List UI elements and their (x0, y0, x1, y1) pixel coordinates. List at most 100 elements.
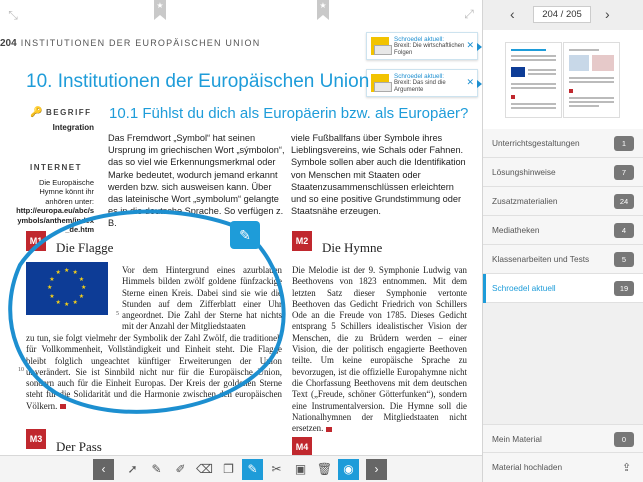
flag-star-icon: ★ (47, 285, 53, 291)
eu-flag-image: ★ ★ ★ ★ ★ ★ ★ ★ ★ ★ ★ ★ (26, 262, 108, 315)
bookmark-icon[interactable]: ★ (154, 0, 166, 20)
expand-icon[interactable]: ⤢ (461, 8, 477, 20)
count-badge: 1 (614, 136, 634, 151)
pointer-icon[interactable]: ➚ (122, 459, 143, 480)
flag-star-icon: ★ (49, 276, 55, 283)
count-badge: 7 (614, 165, 634, 180)
sidebar: ‹ 204 / 205 › Unterrichtsgestaltungen 1 … (482, 0, 643, 482)
flag-star-icon: ★ (72, 299, 78, 306)
close-icon[interactable]: ✕ (466, 40, 474, 51)
pages-icon[interactable]: ▣ (290, 459, 311, 480)
upload-icon: ⇪ (622, 462, 632, 474)
count-badge: 24 (614, 194, 634, 209)
document-topbar: ⤡ ★ ★ ⤢ (0, 0, 482, 30)
count-badge: 5 (614, 252, 634, 267)
flag-star-icon: ★ (78, 293, 85, 300)
page-thumbnail[interactable] (563, 42, 620, 118)
copy-icon[interactable]: ❐ (218, 459, 239, 480)
flag-star-icon: ★ (64, 302, 70, 308)
sidebar-item-unterrichtsgestaltungen[interactable]: Unterrichtsgestaltungen 1 (483, 129, 643, 158)
flag-star-icon: ★ (64, 268, 70, 274)
chevron-left-icon[interactable]: ‹ (93, 459, 114, 480)
news-notification[interactable]: Schroedel aktuell: Brexit: Die wirtschaf… (366, 32, 482, 60)
bottom-toolbar: ‹ ➚ ✎ ✐ ⌫ ❐ ✎ ✂ ▣ 🗑 ◉ › (0, 455, 482, 482)
page-thumbnails[interactable] (483, 30, 643, 130)
end-marker (60, 404, 67, 410)
eye-icon[interactable]: ◉ (338, 459, 359, 480)
material-text-cont: zu tun, sie folgt vielmehr der Symbolik … (26, 333, 282, 411)
material-tag: M3 (26, 429, 46, 449)
sidebar-item-label: Mein Material (492, 434, 542, 444)
material-text: Vor dem Hintergrund eines azurblauen Him… (122, 265, 282, 332)
flag-star-icon: ★ (49, 293, 55, 300)
page-number: 204 (0, 38, 17, 49)
material-tag: M1 (26, 231, 46, 251)
material-tag: M4 (292, 437, 312, 455)
count-badge: 0 (614, 432, 634, 447)
sidebar-item-klassenarbeiten[interactable]: Klassenarbeiten und Tests 5 (483, 245, 643, 274)
flag-star-icon: ★ (78, 276, 85, 283)
sidebar-item-label: Mediatheken (492, 225, 540, 235)
chevron-right-icon[interactable]: › (605, 6, 610, 22)
sidebar-item-label: Lösungshinweise (492, 167, 556, 177)
line-number: 5 (116, 311, 119, 317)
internet-note: Die Europäische Hymne könnt ihr anhören … (14, 178, 94, 234)
intro-paragraph: Das Fremdwort „Symbol“ hat seinen Urspru… (108, 133, 285, 229)
news-thumbnail (371, 37, 392, 55)
notification-text: Brexit: Das sind die Argumente (394, 80, 446, 93)
news-notification[interactable]: Schroedel aktuell: Brexit: Das sind die … (366, 69, 482, 97)
glossary-term[interactable]: Integration (30, 123, 94, 132)
running-head-text: INSTITUTIONEN DER EUROPÄISCHEN UNION (20, 38, 261, 48)
flag-star-icon: ★ (81, 285, 87, 291)
material-heading: Der Pass (56, 439, 102, 454)
sidebar-item-label: Zusatzmaterialien (492, 196, 558, 206)
notification-title: Schroedel aktuell: (394, 36, 445, 43)
line-number: 10 (18, 367, 24, 373)
sidebar-item-label: Klassenarbeiten und Tests (492, 254, 590, 264)
collapse-icon[interactable]: ⤡ (5, 9, 21, 21)
sidebar-item-zusatzmaterialien[interactable]: Zusatzmaterialien 24 (483, 187, 643, 216)
intro-paragraph: viele Fußballfans über Symbole ihres Lie… (291, 133, 466, 217)
begriff-label: BEGRIFF (45, 108, 92, 117)
close-icon[interactable]: ✕ (466, 77, 474, 88)
material-heading: Die Hymne (322, 240, 383, 255)
eraser-icon[interactable]: ⌫ (194, 459, 215, 480)
page-thumbnail[interactable] (505, 42, 562, 118)
document-view[interactable]: ⤡ ★ ★ ⤢ 204 INSTITUTIONEN DER EUROPÄISCHE… (0, 0, 482, 455)
sidebar-item-schroedel-aktuell[interactable]: Schroedel aktuell 19 (483, 274, 643, 303)
edit-note-icon[interactable]: ✎ (230, 221, 260, 249)
trash-icon[interactable]: 🗑 (314, 459, 335, 480)
sidebar-item-loesungshinweise[interactable]: Lösungshinweise 7 (483, 158, 643, 187)
running-head: 204 INSTITUTIONEN DER EUROPÄISCHEN UNION (0, 38, 260, 49)
material-heading: Die Flagge (56, 240, 114, 255)
bookmark-icon[interactable]: ★ (317, 0, 329, 20)
section-title: 10.1 Fühlst du dich als Europäerin bzw. … (109, 105, 469, 122)
flag-star-icon: ★ (55, 299, 61, 306)
note-icon[interactable]: ✎ (242, 459, 263, 480)
upload-material-button[interactable]: Material hochladen ⇪ (483, 453, 643, 482)
material-text-body: Die Melodie ist der 9. Symphonie Ludwig … (292, 265, 467, 434)
key-icon: 🔑 (30, 107, 44, 118)
count-badge: 4 (614, 223, 634, 238)
sidebar-item-mein-material[interactable]: Mein Material 0 (483, 424, 643, 453)
material-text: Die Melodie ist der 9. Symphonie Ludwig … (292, 265, 467, 434)
sidebar-item-label: Schroedel aktuell (492, 283, 556, 293)
flag-star-icon: ★ (55, 270, 61, 277)
pen-icon[interactable]: ✎ (146, 459, 167, 480)
material-tag: M2 (292, 231, 312, 251)
chevron-left-icon[interactable]: ‹ (510, 6, 515, 22)
flag-star-icon: ★ (72, 270, 78, 277)
highlighter-icon[interactable]: ✐ (170, 459, 191, 480)
end-marker (326, 426, 333, 432)
scissors-icon[interactable]: ✂ (266, 459, 287, 480)
upload-label: Material hochladen (492, 462, 563, 472)
begriff-tag: 🔑 BEGRIFF (30, 107, 92, 118)
count-badge: 19 (614, 281, 634, 296)
news-thumbnail (371, 74, 392, 92)
sidebar-item-mediatheken[interactable]: Mediatheken 4 (483, 216, 643, 245)
page-navigation: ‹ 204 / 205 › (483, 0, 643, 30)
chevron-right-icon[interactable]: › (366, 459, 387, 480)
page-indicator[interactable]: 204 / 205 (533, 6, 591, 23)
notification-text: Brexit: Die wirtschaftlichen Folgen (394, 43, 465, 56)
internet-text: Die Europäische Hymne könnt ihr anhören … (38, 178, 94, 206)
